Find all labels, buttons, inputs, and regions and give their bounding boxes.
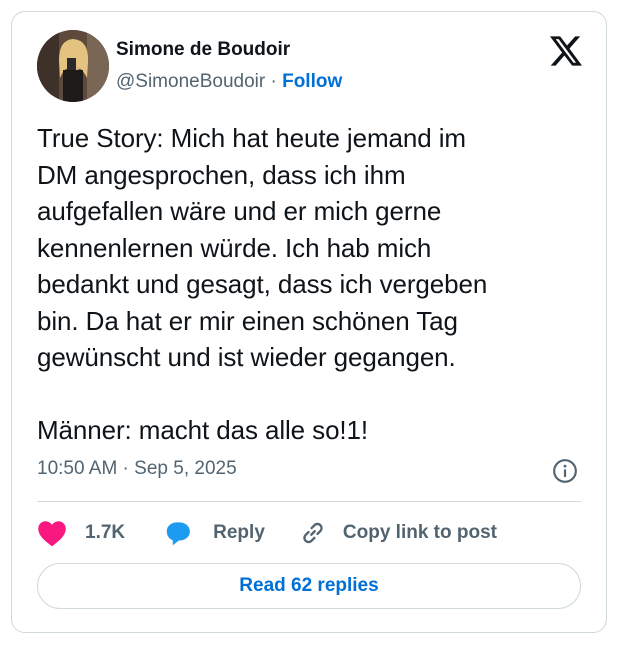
author-name[interactable]: Simone de Boudoir <box>116 38 290 62</box>
author-handle[interactable]: @SimoneBoudoir <box>116 71 265 92</box>
tweet-text: True Story: Mich hat heute jemand im DM … <box>37 123 488 445</box>
separator-dot: · <box>270 71 277 92</box>
avatar[interactable] <box>37 30 109 102</box>
action-bar: 1.7K Reply Copy link to post <box>37 518 497 548</box>
info-icon[interactable] <box>552 458 578 484</box>
divider <box>37 501 581 502</box>
read-replies-button[interactable]: Read 62 replies <box>37 563 581 609</box>
speech-bubble-icon <box>166 522 191 546</box>
heart-icon <box>38 521 66 547</box>
tweet-timestamp[interactable]: 10:50 AM · Sep 5, 2025 <box>37 458 237 480</box>
like-button[interactable]: 1.7K <box>37 519 125 547</box>
reply-label: Reply <box>213 522 265 543</box>
copy-link-button[interactable]: Copy link to post <box>299 519 497 547</box>
reply-button[interactable]: Reply <box>163 519 265 547</box>
follow-button[interactable]: Follow <box>282 71 342 92</box>
link-icon <box>303 522 323 544</box>
read-replies-label: Read 62 replies <box>239 575 379 596</box>
x-logo-icon[interactable] <box>550 36 582 66</box>
copy-link-label: Copy link to post <box>342 522 497 543</box>
like-count: 1.7K <box>85 522 126 543</box>
avatar-image <box>37 30 109 102</box>
tweet-card: Simone de Boudoir @SimoneBoudoir · Follo… <box>11 11 607 633</box>
author-handle-row: @SimoneBoudoir · Follow <box>116 70 342 94</box>
